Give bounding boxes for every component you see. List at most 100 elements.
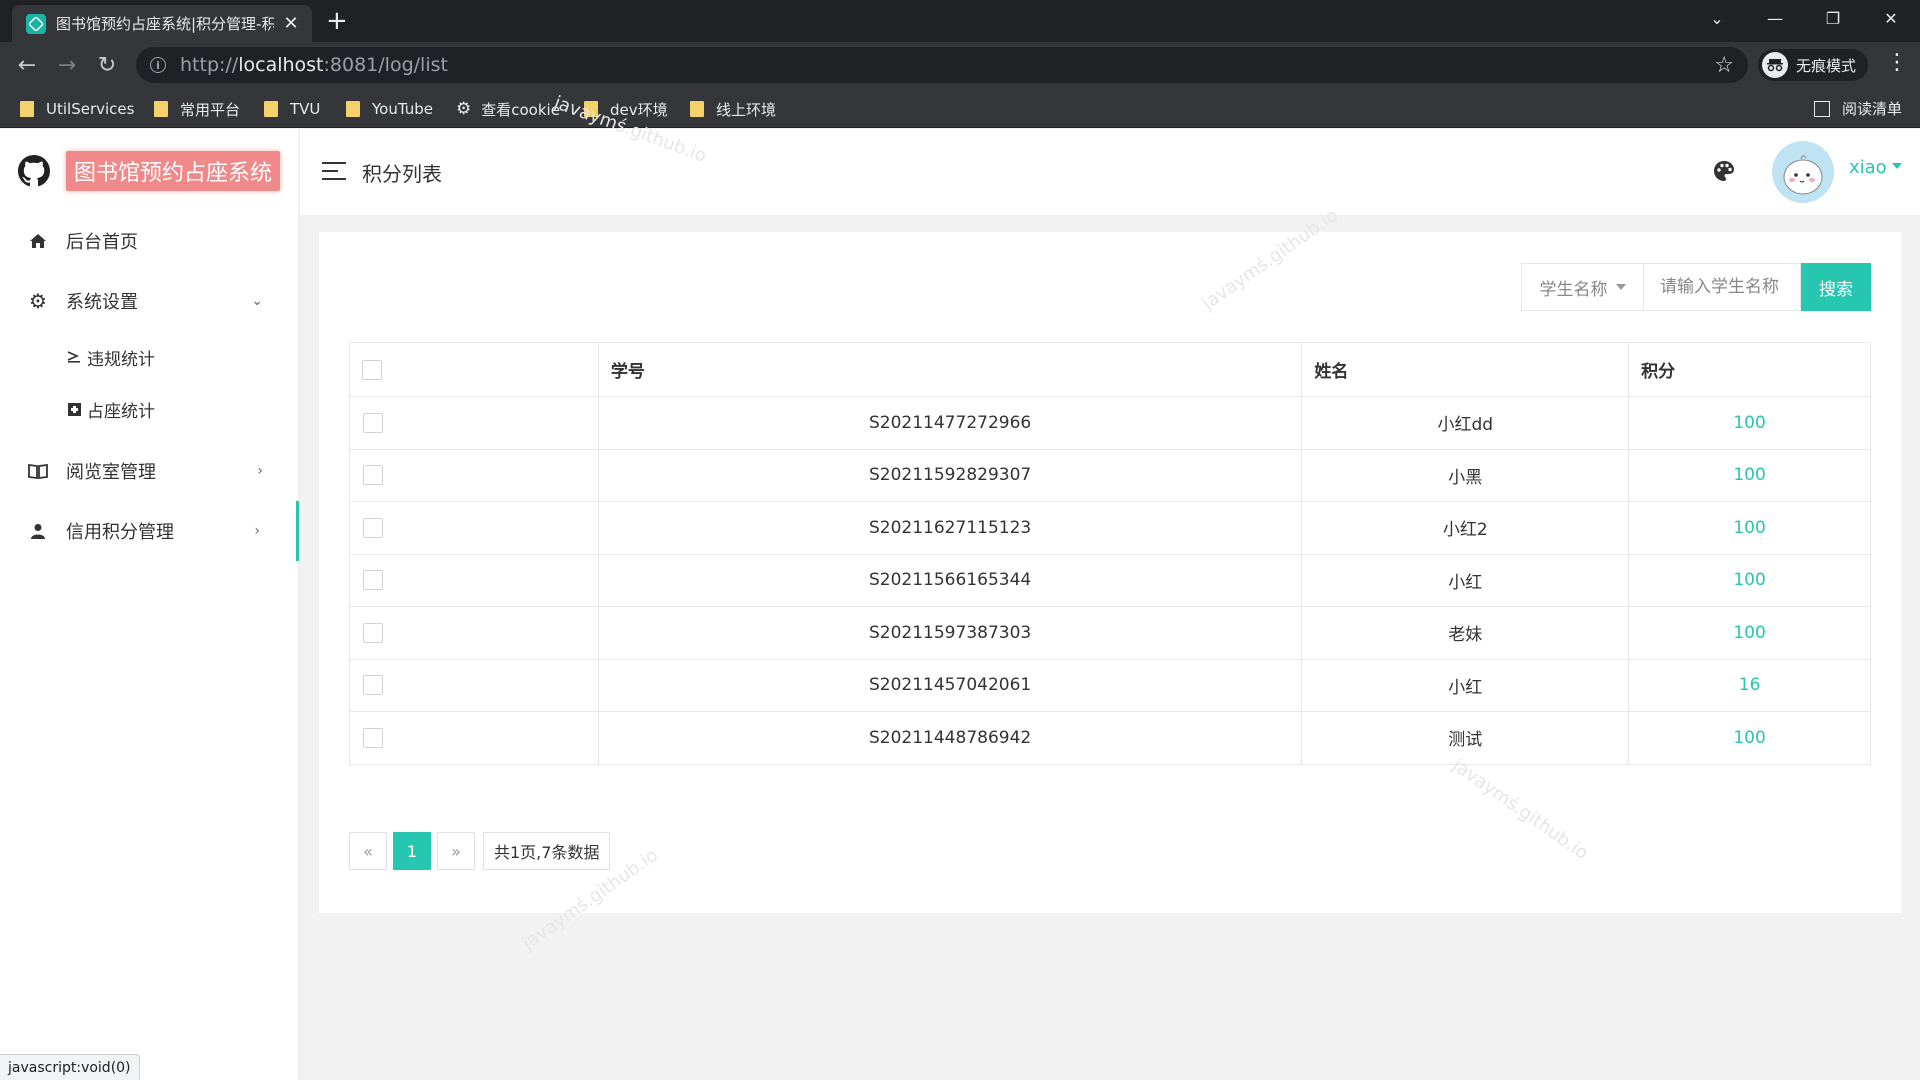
folder-icon [154,101,168,117]
user-icon [28,521,48,541]
table-row: S20211457042061 小红 16 [349,658,1871,712]
browser-menu-icon[interactable]: ⋮ [1886,50,1908,75]
sidebar-item-seat-stats[interactable]: 占座统计 [0,383,299,435]
cell-student-no: S20211592829307 [597,448,1303,502]
reading-list-icon [1813,100,1830,117]
book-icon [28,461,48,481]
bookmark-item[interactable]: YouTube [346,98,433,120]
search-input[interactable] [1643,263,1801,311]
site-info-icon[interactable]: i [150,57,166,73]
cell-score: 16 [1628,658,1871,712]
cell-student-no: S20211448786942 [597,711,1303,765]
cell-name: 小红 [1301,658,1630,712]
reading-list-button[interactable]: 阅读清单 [1813,98,1902,119]
row-checkbox[interactable] [363,675,383,696]
page-button-current[interactable]: 1 [393,832,431,870]
sidebar-item-credit-points[interactable]: 信用积分管理 › [0,501,299,561]
table-row: S20211477272966 小红dd 100 [349,396,1871,450]
search-button[interactable]: 搜索 [1801,263,1871,311]
reload-icon[interactable]: ↻ [92,50,122,80]
cell-score: 100 [1628,711,1871,765]
address-bar[interactable]: i http://localhost:8081/log/list ☆ [136,47,1748,83]
row-checkbox[interactable] [363,412,383,433]
caret-down-icon[interactable] [1892,163,1902,169]
row-checkbox[interactable] [363,727,383,748]
header-name: 姓名 [1301,342,1630,397]
app-root: 图书馆预约占座系统 后台首页 ⚙ 系统设置 ⌄ 违规统计 占座统计 阅览室管理 … [0,92,1920,1080]
new-tab-icon[interactable]: + [326,8,348,34]
cell-student-no: S20211597387303 [597,606,1303,660]
sidebar-item-system-settings[interactable]: ⚙ 系统设置 ⌄ [0,271,299,331]
points-table: 学号 姓名 积分 S20211477272966 小红dd 100 S20211… [349,342,1871,765]
cell-score: 100 [1628,501,1871,555]
table-row: S20211597387303 老妹 100 [349,606,1871,660]
cell-student-no: S20211566165344 [597,553,1303,607]
table-row: S20211592829307 小黑 100 [349,448,1871,502]
palette-icon[interactable] [1712,159,1736,183]
forward-icon[interactable]: → [52,50,82,80]
sidebar-item-home[interactable]: 后台首页 [0,211,299,271]
incognito-label: 无痕模式 [1796,56,1857,75]
cell-student-no: S20211457042061 [597,658,1303,712]
folder-icon [346,101,360,117]
incognito-badge[interactable]: 无痕模式 [1758,49,1869,81]
incognito-icon [1762,52,1788,78]
sidebar-item-reading-room[interactable]: 阅览室管理 › [0,441,299,501]
restore-icon[interactable]: ❐ [1804,0,1862,36]
tab-close-icon[interactable]: ✕ [280,13,302,34]
browser-tab[interactable]: 图书馆预约占座系统|积分管理-积 ✕ [12,5,312,42]
cell-score: 100 [1628,396,1871,450]
row-checkbox[interactable] [363,622,383,643]
bookmark-item[interactable]: TVU [264,98,320,120]
square-icon [67,402,81,416]
row-checkbox[interactable] [363,517,383,538]
bookmark-item[interactable]: UtilServices [20,98,134,120]
table-row: S20211627115123 小红2 100 [349,501,1871,555]
cell-name: 老妹 [1301,606,1630,660]
tab-title: 图书馆预约占座系统|积分管理-积 [56,15,274,33]
top-header: 积分列表 xiao [300,129,1920,215]
bookmark-star-icon[interactable]: ☆ [1714,53,1734,78]
cell-student-no: S20211477272966 [597,396,1303,450]
search-bar: 学生名称 搜索 [1521,263,1871,311]
bookmark-item[interactable]: dev环境 [584,98,668,120]
menu-toggle-icon[interactable] [322,162,346,180]
cell-score: 100 [1628,448,1871,502]
minimize-icon[interactable]: — [1746,0,1804,36]
avatar[interactable] [1772,141,1834,203]
browser-tab-bar: 图书馆预约占座系统|积分管理-积 ✕ + ⌄ — ❐ ✕ [0,0,1920,42]
header-score: 积分 [1628,342,1871,397]
folder-icon [264,101,278,117]
pagination: « 1 » 共1页,7条数据 [349,832,616,870]
folder-icon [584,101,598,117]
caret-down-icon [1615,284,1626,290]
select-all-cell [349,342,599,397]
cell-name: 小红 [1301,553,1630,607]
window-close-icon[interactable]: ✕ [1862,0,1920,36]
sidebar: 图书馆预约占座系统 后台首页 ⚙ 系统设置 ⌄ 违规统计 占座统计 阅览室管理 … [0,129,299,1080]
prev-page-button[interactable]: « [349,832,387,870]
table-row: S20211566165344 小红 100 [349,553,1871,607]
search-field-select[interactable]: 学生名称 [1521,263,1643,311]
folder-icon [690,101,704,117]
username[interactable]: xiao [1849,157,1887,178]
cell-student-no: S20211627115123 [597,501,1303,555]
bookmark-item[interactable]: 线上环境 [690,98,776,120]
tab-search-chevron-icon[interactable]: ⌄ [1688,0,1746,36]
next-page-button[interactable]: » [437,832,475,870]
back-icon[interactable]: ← [12,50,42,80]
logo[interactable]: 图书馆预约占座系统 [18,151,281,191]
bookmark-item[interactable]: ⚙ 查看cookie [456,98,560,120]
bookmark-item[interactable]: 常用平台 [154,98,240,120]
browser-toolbar: ← → ↻ i http://localhost:8081/log/list ☆… [0,42,1920,88]
cell-name: 小黑 [1301,448,1630,502]
cell-name: 测试 [1301,711,1630,765]
cell-name: 小红dd [1301,396,1630,450]
cell-score: 100 [1628,553,1871,607]
sidebar-menu: 后台首页 ⚙ 系统设置 ⌄ 违规统计 占座统计 阅览室管理 › 信用积分管理 › [0,211,299,561]
sidebar-item-violation-stats[interactable]: 违规统计 [0,331,299,383]
select-all-checkbox[interactable] [362,359,382,380]
row-checkbox[interactable] [363,570,383,591]
row-checkbox[interactable] [363,465,383,486]
logo-text: 图书馆预约占座系统 [66,151,281,191]
